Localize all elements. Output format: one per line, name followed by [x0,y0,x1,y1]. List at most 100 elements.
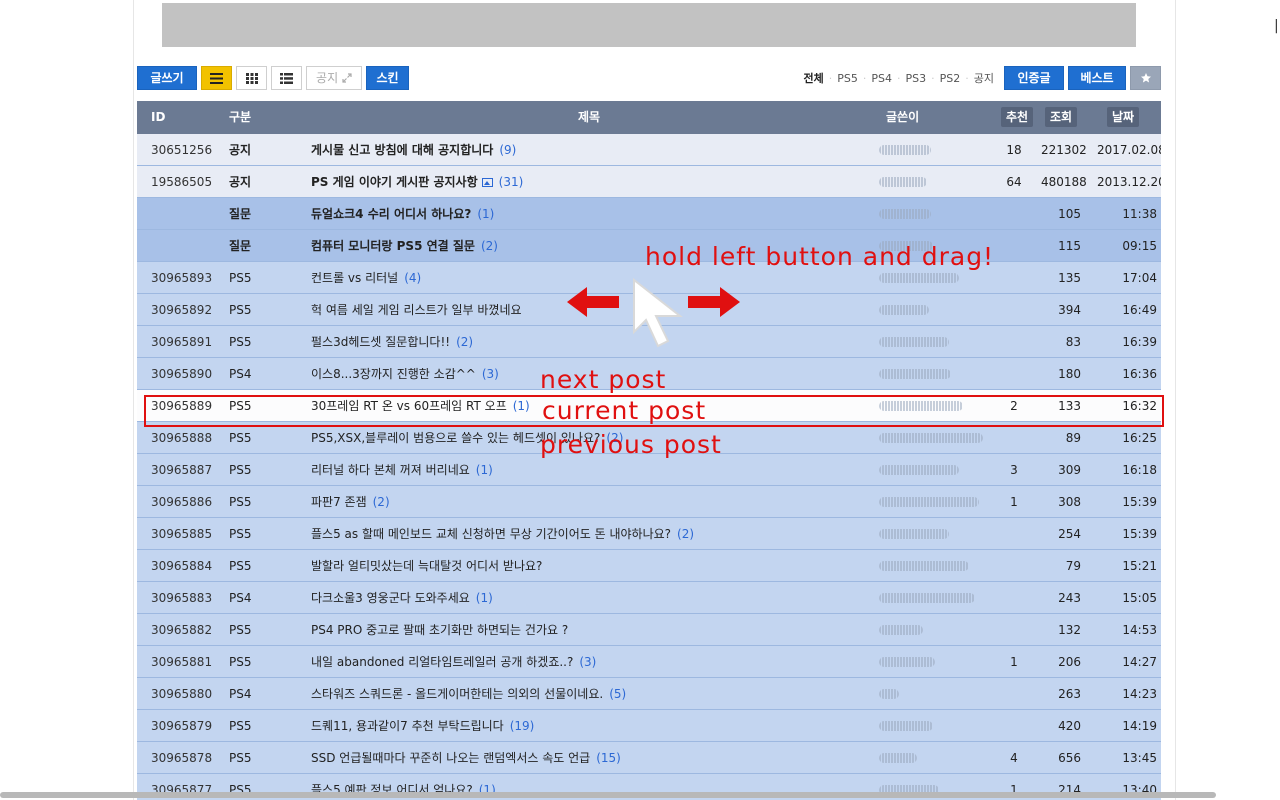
author-name-blurred[interactable] [879,369,951,379]
notice-toggle-button[interactable]: 공지 [306,66,362,90]
comment-count[interactable]: (1) [476,463,493,477]
post-title-link[interactable]: 헉 여름 세일 게임 리스트가 일부 바꼈네요 [311,294,528,326]
post-title[interactable]: 드퀘11, 용과같이7 추천 부탁드립니다 [311,719,504,733]
post-title[interactable]: 발할라 얼티밋샀는데 늑대탈것 어디서 받나요? [311,559,542,573]
post-title[interactable]: 파판7 존잼 [311,495,367,509]
post-title[interactable]: PS 게임 이야기 게시판 공지사항 [311,175,478,189]
post-title-link[interactable]: 게시물 신고 방침에 대해 공지합니다 (9) [311,134,516,166]
post-title-link[interactable]: 드퀘11, 용과같이7 추천 부탁드립니다 (19) [311,710,534,742]
header-recommend[interactable]: 추천 [1001,107,1034,127]
skin-button[interactable]: 스킨 [366,66,409,90]
author-name-blurred[interactable] [879,273,959,283]
author-name-blurred[interactable] [879,337,949,347]
comment-count[interactable]: (2) [456,335,473,349]
post-title-link[interactable]: SSD 언급될때마다 꾸준히 나오는 랜덤엑서스 속도 언급 (15) [311,742,621,774]
notice-row[interactable]: 19586505 공지 PS 게임 이야기 게시판 공지사항 (31) 64 480188… [137,166,1161,198]
author-name-blurred[interactable] [879,529,949,539]
question-row[interactable]: 질문 듀얼쇼크4 수리 어디서 하나요? (1) 105 11:38 [137,198,1161,230]
detail-view-button[interactable] [271,66,302,90]
post-title-link[interactable]: 듀얼쇼크4 수리 어디서 하나요? (1) [311,198,494,230]
post-title[interactable]: 리터널 하다 본체 꺼져 버리네요 [311,463,470,477]
post-title[interactable]: 헉 여름 세일 게임 리스트가 일부 바꼈네요 [311,303,522,317]
post-title[interactable]: 다크소울3 영웅군다 도와주세요 [311,591,470,605]
table-row[interactable]: 30965879 PS5 드퀘11, 용과같이7 추천 부탁드립니다 (19) 420 1… [137,710,1161,742]
author-name-blurred[interactable] [879,433,983,443]
author-name-blurred[interactable] [879,593,975,603]
favorite-button[interactable] [1130,66,1161,90]
post-title-link[interactable]: 펄스3d헤드셋 질문합니다!! (2) [311,326,473,358]
post-title[interactable]: 스타워즈 스쿼드론 - 올드게이머한테는 의외의 선물이네요. [311,687,603,701]
author-name-blurred[interactable] [879,625,923,635]
post-title-link[interactable]: 리터널 하다 본체 꺼져 버리네요 (1) [311,454,493,486]
certified-posts-button[interactable]: 인증글 [1004,66,1064,90]
table-row[interactable]: 30965886 PS5 파판7 존잼 (2) 1 308 15:39 [137,486,1161,518]
post-title[interactable]: 펄스3d헤드셋 질문합니다!! [311,335,450,349]
header-id[interactable]: ID [151,101,165,134]
post-title-link[interactable]: 컨트롤 vs 리터널 (4) [311,262,421,294]
header-views[interactable]: 조회 [1045,107,1078,127]
post-title-link[interactable]: 파판7 존잼 (2) [311,486,390,518]
post-title[interactable]: PS4 PRO 중고로 팔때 초기화만 하면되는 건가요 ? [311,623,568,637]
post-title-link[interactable]: 플스5 as 할때 메인보드 교체 신청하면 무상 기간이어도 돈 내야하나요?… [311,518,694,550]
author-name-blurred[interactable] [879,753,917,763]
post-title[interactable]: 듀얼쇼크4 수리 어디서 하나요? [311,207,471,221]
post-title[interactable]: 내일 abandoned 리얼타임트레일러 공개 하겠죠..? [311,655,573,669]
post-title-link[interactable]: PS 게임 이야기 게시판 공지사항 (31) [311,166,523,198]
table-row[interactable]: 30965880 PS4 스타워즈 스쿼드론 - 올드게이머한테는 의외의 선물이네… [137,678,1161,710]
author-name-blurred[interactable] [879,465,959,475]
filter-ps2[interactable]: PS2 [935,72,966,85]
comment-count[interactable]: (15) [596,751,621,765]
comment-count[interactable]: (2) [677,527,694,541]
comment-count[interactable]: (31) [499,175,524,189]
author-name-blurred[interactable] [879,209,931,219]
write-button[interactable]: 글쓰기 [137,66,197,90]
filter-ps3[interactable]: PS3 [901,72,932,85]
comment-count[interactable]: (19) [510,719,535,733]
table-row[interactable]: 30965882 PS5 PS4 PRO 중고로 팔때 초기화만 하면되는 건가요 … [137,614,1161,646]
post-title[interactable]: 컨트롤 vs 리터널 [311,271,398,285]
comment-count[interactable]: (2) [373,495,390,509]
post-title-link[interactable]: 스타워즈 스쿼드론 - 올드게이머한테는 의외의 선물이네요. (5) [311,678,626,710]
author-name-blurred[interactable] [879,177,927,187]
best-posts-button[interactable]: 베스트 [1068,66,1126,90]
author-name-blurred[interactable] [879,497,979,507]
post-title[interactable]: SSD 언급될때마다 꾸준히 나오는 랜덤엑서스 속도 언급 [311,751,590,765]
filter-ps4[interactable]: PS4 [866,72,897,85]
author-name-blurred[interactable] [879,657,935,667]
horizontal-scrollbar[interactable] [0,792,1216,798]
post-title-link[interactable]: 내일 abandoned 리얼타임트레일러 공개 하겠죠..? (3) [311,646,596,678]
comment-count[interactable]: (2) [481,239,498,253]
author-name-blurred[interactable] [879,561,969,571]
comment-count[interactable]: (3) [482,367,499,381]
author-name-blurred[interactable] [879,721,933,731]
table-row[interactable]: 30965883 PS4 다크소울3 영웅군다 도와주세요 (1) 243 15:05 [137,582,1161,614]
filter-ps5[interactable]: PS5 [832,72,863,85]
header-date[interactable]: 날짜 [1107,107,1140,127]
table-row[interactable]: 30965885 PS5 플스5 as 할때 메인보드 교체 신청하면 무상 기간이… [137,518,1161,550]
comment-count[interactable]: (5) [609,687,626,701]
comment-count[interactable]: (9) [499,143,516,157]
table-row[interactable]: 30965884 PS5 발할라 얼티밋샀는데 늑대탈것 어디서 받나요? 79 15:… [137,550,1161,582]
post-title-link[interactable]: 이스8...3장까지 진행한 소감^^ (3) [311,358,499,390]
grid-view-button[interactable] [236,66,267,90]
author-name-blurred[interactable] [879,145,931,155]
post-title[interactable]: 컴퓨터 모니터랑 PS5 연결 질문 [311,239,475,253]
author-name-blurred[interactable] [879,689,899,699]
filter-all[interactable]: 전체 [799,70,829,86]
post-title-link[interactable]: PS4 PRO 중고로 팔때 초기화만 하면되는 건가요 ? [311,614,574,646]
post-title[interactable]: 이스8...3장까지 진행한 소감^^ [311,367,476,381]
table-row[interactable]: 30965878 PS5 SSD 언급될때마다 꾸준히 나오는 랜덤엑서스 속도 언… [137,742,1161,774]
comment-count[interactable]: (1) [476,591,493,605]
author-name-blurred[interactable] [879,305,929,315]
post-title-link[interactable]: 발할라 얼티밋샀는데 늑대탈것 어디서 받나요? [311,550,548,582]
post-title[interactable]: 게시물 신고 방침에 대해 공지합니다 [311,143,493,157]
list-view-button[interactable] [201,66,232,90]
post-title[interactable]: 플스5 as 할때 메인보드 교체 신청하면 무상 기간이어도 돈 내야하나요? [311,527,671,541]
post-title-link[interactable]: 컴퓨터 모니터랑 PS5 연결 질문 (2) [311,230,498,262]
comment-count[interactable]: (4) [404,271,421,285]
filter-notice[interactable]: 공지 [969,70,999,86]
table-row[interactable]: 30965881 PS5 내일 abandoned 리얼타임트레일러 공개 하겠죠.… [137,646,1161,678]
post-title-link[interactable]: 다크소울3 영웅군다 도와주세요 (1) [311,582,493,614]
comment-count[interactable]: (1) [477,207,494,221]
comment-count[interactable]: (3) [579,655,596,669]
